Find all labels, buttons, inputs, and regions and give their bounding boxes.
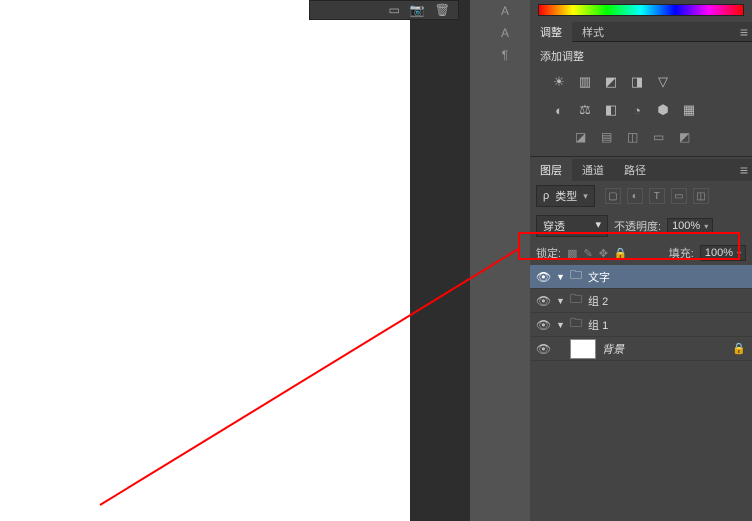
lock-transparency-icon[interactable]: ▩: [567, 247, 577, 260]
layer-name: 组 2: [588, 293, 608, 309]
lock-all-icon[interactable]: 🔒: [614, 247, 628, 260]
chevron-down-icon: ▾: [737, 249, 741, 258]
opacity-input[interactable]: 100% ▾: [667, 218, 713, 234]
lock-position-icon[interactable]: ✥: [599, 247, 608, 260]
filter-type-select[interactable]: ρ 类型 ▾: [536, 185, 595, 207]
disclosure-icon[interactable]: ▼: [556, 272, 564, 282]
color-spectrum[interactable]: [538, 4, 744, 16]
lock-label: 锁定:: [536, 245, 561, 261]
floating-toolbar: ▭ 📷 🗑: [309, 0, 459, 20]
opacity-value: 100%: [672, 220, 700, 232]
type-a-icon-2[interactable]: A: [495, 26, 515, 40]
curves-icon[interactable]: ◩: [602, 74, 620, 90]
adjustment-icons-row1: ☀ ▥ ◩ ◨ ▽: [530, 70, 752, 98]
folder-icon: 🗀: [570, 266, 582, 287]
filter-adjust-icon[interactable]: ◐: [627, 188, 643, 204]
tab-styles[interactable]: 样式: [572, 21, 614, 43]
blend-mode-select[interactable]: 穿透 ▾: [536, 215, 608, 237]
filter-p-icon: ρ: [543, 190, 549, 202]
hue-icon[interactable]: ◐: [550, 102, 568, 118]
camera-icon[interactable]: 📷: [410, 3, 425, 17]
exposure-icon[interactable]: ◨: [628, 74, 646, 90]
adjustments-panel-header: 调整 样式 ≡: [530, 22, 752, 42]
lock-pixels-icon[interactable]: ✎: [583, 247, 592, 260]
brightness-icon[interactable]: ☀: [550, 74, 568, 90]
type-a-icon[interactable]: A: [495, 4, 515, 18]
filter-pixel-icon[interactable]: ▢: [605, 188, 621, 204]
layers-panel-header: 图层 通道 路径 ≡: [530, 159, 752, 181]
gradient-map-icon[interactable]: ▭: [653, 130, 669, 144]
invert-icon[interactable]: ◪: [575, 130, 591, 144]
lock-row: 锁定: ▩ ✎ ✥ 🔒 填充: 100% ▾: [530, 241, 752, 265]
layer-group-2[interactable]: 👁 ▼ 🗀 组 2: [530, 289, 752, 313]
visibility-icon[interactable]: 👁: [536, 318, 550, 332]
filter-shape-icon[interactable]: ▭: [671, 188, 687, 204]
filter-icons: ▢ ◐ T ▭ ◫: [605, 188, 709, 204]
layer-name: 背景: [602, 341, 624, 357]
posterize-icon[interactable]: ▤: [601, 130, 617, 144]
layer-group-text[interactable]: 👁 ▼ 🗀 文字: [530, 265, 752, 289]
levels-icon[interactable]: ▥: [576, 74, 594, 90]
doc-icon[interactable]: ▭: [388, 3, 399, 17]
fill-input[interactable]: 100% ▾: [700, 245, 746, 261]
layer-name: 组 1: [588, 317, 608, 333]
filter-type-label: 类型: [555, 188, 577, 204]
selective-color-icon[interactable]: ◩: [679, 130, 695, 144]
disclosure-icon[interactable]: ▼: [556, 296, 564, 306]
adjustment-icons-row2: ◐ ⚖ ◧ ◔ ⬢ ▦: [530, 98, 752, 126]
adjustment-icons-row3: ◪ ▤ ◫ ▭ ◩: [530, 126, 752, 154]
layer-thumbnail: [570, 339, 596, 359]
layer-background[interactable]: 👁 背景 🔒: [530, 337, 752, 361]
chevron-down-icon: ▾: [583, 191, 588, 202]
chevron-down-icon: ▾: [595, 218, 601, 234]
layer-name: 文字: [588, 269, 610, 285]
panels-area: 调整 样式 ≡ 添加调整 ☀ ▥ ◩ ◨ ▽ ◐ ⚖ ◧ ◔ ⬢ ▦ ◪ ▤ ◫…: [530, 0, 752, 521]
layer-filter-row: ρ 类型 ▾ ▢ ◐ T ▭ ◫: [530, 181, 752, 211]
canvas[interactable]: [0, 0, 410, 521]
paragraph-icon[interactable]: ¶: [495, 48, 515, 62]
threshold-icon[interactable]: ◫: [627, 130, 643, 144]
layers-list: 👁 ▼ 🗀 文字 👁 ▼ 🗀 组 2 👁 ▼ 🗀 组 1 👁 背景 🔒: [530, 265, 752, 361]
opacity-label: 不透明度:: [614, 218, 661, 234]
tab-layers[interactable]: 图层: [530, 159, 572, 181]
panel-menu-icon[interactable]: ≡: [740, 24, 748, 40]
visibility-icon[interactable]: 👁: [536, 294, 550, 308]
vibrance-icon[interactable]: ▽: [654, 74, 672, 90]
lut-icon[interactable]: ▦: [680, 102, 698, 118]
fill-value: 100%: [705, 247, 733, 259]
chevron-down-icon: ▾: [704, 222, 708, 231]
folder-icon: 🗀: [570, 290, 582, 311]
blend-row: 穿透 ▾ 不透明度: 100% ▾: [530, 211, 752, 241]
lock-icon: 🔒: [732, 342, 746, 355]
channel-mixer-icon[interactable]: ⬢: [654, 102, 672, 118]
balance-icon[interactable]: ⚖: [576, 102, 594, 118]
visibility-icon[interactable]: 👁: [536, 270, 550, 284]
folder-icon: 🗀: [570, 314, 582, 335]
layers-menu-icon[interactable]: ≡: [740, 162, 748, 178]
type-tools: A A ¶: [495, 0, 515, 62]
layer-group-1[interactable]: 👁 ▼ 🗀 组 1: [530, 313, 752, 337]
disclosure-icon[interactable]: ▼: [556, 320, 564, 330]
tab-adjustments[interactable]: 调整: [530, 21, 572, 43]
tab-channels[interactable]: 通道: [572, 159, 614, 181]
visibility-icon[interactable]: 👁: [536, 342, 550, 356]
blend-mode-value: 穿透: [543, 218, 565, 234]
divider: [530, 156, 752, 157]
tab-paths[interactable]: 路径: [614, 159, 656, 181]
filter-smart-icon[interactable]: ◫: [693, 188, 709, 204]
add-adjustment-label: 添加调整: [530, 42, 752, 70]
filter-type-icon[interactable]: T: [649, 188, 665, 204]
photo-filter-icon[interactable]: ◔: [628, 102, 646, 118]
pasteboard: [410, 0, 470, 521]
bw-icon[interactable]: ◧: [602, 102, 620, 118]
trash-icon[interactable]: 🗑: [435, 3, 450, 17]
lock-icons: ▩ ✎ ✥ 🔒: [567, 247, 628, 260]
fill-label: 填充:: [669, 245, 694, 261]
